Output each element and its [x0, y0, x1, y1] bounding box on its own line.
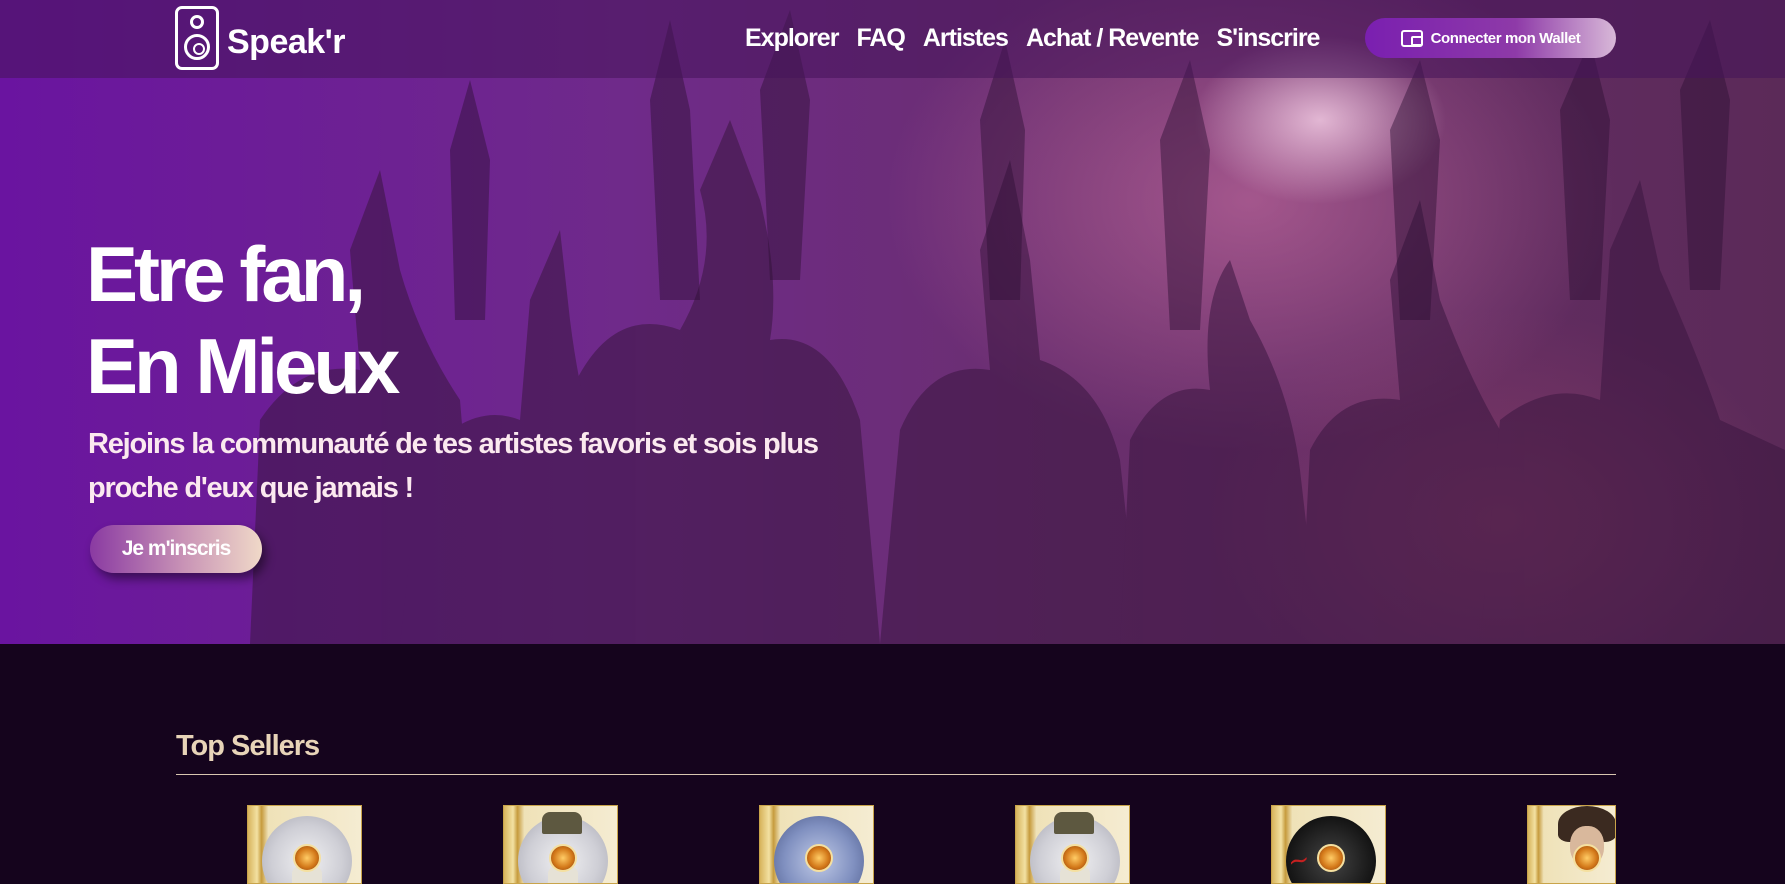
- seller-card-2[interactable]: [503, 805, 618, 884]
- seller-card-5[interactable]: ~: [1271, 805, 1386, 884]
- speaker-icon: [175, 6, 219, 70]
- seller-card-3[interactable]: [759, 805, 874, 884]
- signup-button[interactable]: Je m'inscris: [90, 525, 262, 573]
- navbar: Speak'r Explorer FAQ Artistes Achat / Re…: [0, 0, 1785, 78]
- top-sellers-list: ~: [0, 805, 1785, 884]
- top-sellers-title: Top Sellers: [176, 730, 320, 762]
- nav-sinscrire[interactable]: S'inscrire: [1217, 20, 1321, 56]
- brand-logo[interactable]: Speak'r: [175, 6, 346, 70]
- hero-title-line2: En Mieux: [86, 322, 400, 410]
- hero-section: Speak'r Explorer FAQ Artistes Achat / Re…: [0, 0, 1785, 644]
- nav-artistes[interactable]: Artistes: [923, 20, 1009, 56]
- seller-card-6[interactable]: [1527, 805, 1616, 884]
- hero-title: Etre fan, En Mieux: [86, 228, 400, 412]
- hat-figure: [542, 812, 582, 834]
- disc-label-icon: [805, 844, 833, 872]
- brand-name: Speak'r: [227, 22, 346, 61]
- main-nav: Explorer FAQ Artistes Achat / Revente S'…: [745, 20, 1337, 56]
- seller-card-1[interactable]: [247, 805, 362, 884]
- hat-figure: [1054, 812, 1094, 834]
- hero-subtitle: Rejoins la communauté de tes artistes fa…: [88, 428, 819, 504]
- page: Speak'r Explorer FAQ Artistes Achat / Re…: [0, 0, 1785, 884]
- hero-title-line1: Etre fan,: [86, 230, 366, 318]
- seller-card-4[interactable]: [1015, 805, 1130, 884]
- disc-label-icon: [549, 844, 577, 872]
- nav-faq[interactable]: FAQ: [856, 20, 905, 56]
- disc-label-icon: [1317, 844, 1345, 872]
- connect-wallet-button[interactable]: Connecter mon Wallet: [1365, 18, 1616, 58]
- nav-achat-revente[interactable]: Achat / Revente: [1026, 20, 1200, 56]
- disc-label-icon: [1573, 844, 1601, 872]
- disc-label-icon: [293, 844, 321, 872]
- disc-label-icon: [1061, 844, 1089, 872]
- nav-explorer[interactable]: Explorer: [745, 20, 839, 56]
- section-divider: [176, 774, 1616, 775]
- top-sellers-section: Top Sellers ~: [0, 644, 1785, 884]
- wallet-icon: [1400, 29, 1423, 47]
- connect-wallet-label: Connecter mon Wallet: [1430, 29, 1581, 47]
